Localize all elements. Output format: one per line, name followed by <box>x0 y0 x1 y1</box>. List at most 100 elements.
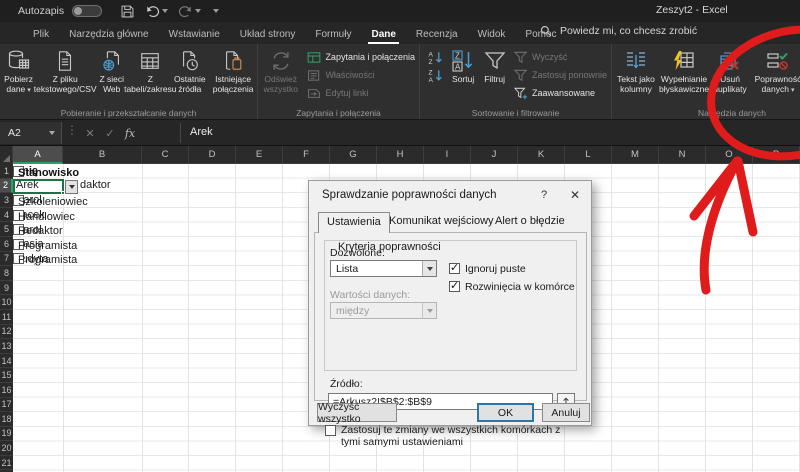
row-header[interactable]: 13 <box>0 339 13 354</box>
formula-bar-value[interactable]: Arek <box>190 126 213 138</box>
ribbon-tab[interactable]: Plik <box>30 26 52 44</box>
ribbon-tab[interactable]: Narzędzia główne <box>66 26 152 44</box>
edit-links-button[interactable]: Edytuj linki <box>303 84 419 102</box>
column-header[interactable]: A <box>13 146 63 164</box>
sort-button[interactable]: ZA Sortuj <box>447 44 479 104</box>
tab-alert-o-bledzie[interactable]: Alert o błędzie <box>487 212 573 232</box>
row-header[interactable]: 9 <box>0 281 13 296</box>
column-header[interactable]: L <box>565 146 612 164</box>
dialog-close-button[interactable]: ✕ <box>563 186 587 204</box>
cell-a2[interactable]: Arek <box>16 179 39 191</box>
cell-b1[interactable]: Stanowisko <box>13 165 79 179</box>
flash-fill-icon <box>672 47 696 74</box>
row-header[interactable]: 18 <box>0 412 13 427</box>
data-values-select[interactable]: między <box>330 302 437 319</box>
column-header[interactable]: N <box>659 146 706 164</box>
save-icon[interactable] <box>120 4 135 19</box>
group-label-queries: Zapytania i połączenia <box>296 108 381 118</box>
row-header[interactable]: 1 <box>0 164 13 179</box>
ignore-blank-checkbox[interactable] <box>449 261 460 274</box>
row-header[interactable]: 4 <box>0 208 13 223</box>
flash-fill-button[interactable]: Wypełnianie błyskawiczne <box>658 44 710 104</box>
recent-sources-button[interactable]: Ostatnie źródła <box>170 44 209 104</box>
row-header[interactable]: 11 <box>0 310 13 325</box>
tell-me-search[interactable]: Powiedz mi, co chcesz zrobić <box>540 25 697 37</box>
row-header[interactable]: 20 <box>0 441 13 456</box>
cancel-button[interactable]: Anuluj <box>542 403 590 422</box>
name-box[interactable]: A2 <box>0 122 62 144</box>
sort-za-button[interactable]: ZA <box>424 66 447 84</box>
from-table-range-button[interactable]: Z tabeli/zakresu <box>124 44 177 104</box>
ribbon-tab[interactable]: Dane <box>368 26 399 44</box>
row-header[interactable]: 19 <box>0 427 13 442</box>
select-all-corner[interactable] <box>0 146 13 164</box>
column-header[interactable]: M <box>612 146 659 164</box>
row-header[interactable]: 14 <box>0 354 13 369</box>
cancel-entry-button[interactable]: ✕ <box>80 120 100 146</box>
row-header[interactable]: 15 <box>0 368 13 383</box>
row-header[interactable]: 5 <box>0 222 13 237</box>
ok-button[interactable]: OK <box>477 403 534 422</box>
row-header[interactable]: 10 <box>0 295 13 310</box>
row-header[interactable]: 6 <box>0 237 13 252</box>
column-header[interactable]: E <box>236 146 283 164</box>
qat-customize-button[interactable] <box>213 9 220 13</box>
column-header[interactable]: C <box>142 146 189 164</box>
flash-fill-label: Wypełnianie błyskawiczne <box>658 74 710 95</box>
row-header[interactable]: 12 <box>0 325 13 340</box>
row-header[interactable]: 17 <box>0 398 13 413</box>
text-to-columns-button[interactable]: Tekst jako kolumny <box>612 44 660 104</box>
row-header[interactable]: 16 <box>0 383 13 398</box>
row-header[interactable]: 7 <box>0 252 13 267</box>
tab-ustawienia[interactable]: Ustawienia <box>318 212 390 233</box>
insert-function-button[interactable]: fx <box>120 120 140 146</box>
enter-entry-button[interactable]: ✓ <box>100 120 120 146</box>
ribbon-tab[interactable]: Układ strony <box>237 26 299 44</box>
ribbon-tab[interactable]: Recenzja <box>413 26 461 44</box>
refresh-all-button[interactable]: Odśwież wszystko <box>258 44 303 104</box>
formula-bar-handle[interactable] <box>66 123 78 137</box>
column-header[interactable]: G <box>330 146 377 164</box>
column-header[interactable]: F <box>283 146 330 164</box>
apply-all-checkbox[interactable] <box>325 425 336 436</box>
sort-az-button[interactable]: AZ <box>424 48 447 66</box>
advanced-filter-button[interactable]: Zaawansowane <box>510 84 611 102</box>
column-header[interactable]: J <box>471 146 518 164</box>
undo-button[interactable] <box>145 4 169 18</box>
reapply-filter-button[interactable]: Zastosuj ponownie <box>510 66 611 84</box>
table-header-row[interactable]: Imię Stanowisko <box>13 164 79 179</box>
data-validation-button[interactable]: Poprawność danych <box>752 44 800 104</box>
clear-all-button[interactable]: Wyczyść wszystko <box>317 401 397 425</box>
get-data-button[interactable]: Pobierz dane <box>0 44 37 104</box>
row-header[interactable]: 2 <box>0 178 13 194</box>
in-cell-dropdown-checkbox[interactable] <box>449 279 460 292</box>
cell-b2[interactable]: daktor <box>80 179 111 191</box>
from-text-csv-button[interactable]: Z pliku tekstowego/CSV <box>34 44 97 104</box>
ribbon-tab[interactable]: Wstawianie <box>166 26 223 44</box>
column-header[interactable]: K <box>518 146 565 164</box>
autosave-toggle[interactable] <box>72 5 103 17</box>
filter-button[interactable]: Filtruj <box>479 44 510 104</box>
column-header[interactable]: O <box>706 146 753 164</box>
ribbon-group-data-tools: Tekst jako kolumny Wypełnianie błyskawic… <box>612 44 800 119</box>
validation-dropdown-button[interactable] <box>65 179 78 194</box>
ribbon-tab[interactable]: Widok <box>475 26 509 44</box>
column-header[interactable]: B <box>63 146 142 164</box>
clear-filter-button[interactable]: Wyczyść <box>510 48 611 66</box>
column-header[interactable]: H <box>377 146 424 164</box>
row-header[interactable]: 3 <box>0 193 13 208</box>
row-header[interactable]: 8 <box>0 266 13 281</box>
remove-duplicates-button[interactable]: Usuń duplikaty <box>708 44 752 104</box>
redo-button[interactable] <box>178 4 202 18</box>
column-header[interactable]: P <box>753 146 800 164</box>
properties-button[interactable]: Właściwości <box>303 66 419 84</box>
column-header[interactable]: D <box>189 146 236 164</box>
ribbon-tab[interactable]: Formuły <box>312 26 354 44</box>
dialog-help-button[interactable]: ? <box>535 186 553 204</box>
tab-komunikat-wejsciowy[interactable]: Komunikat wejściowy <box>381 212 502 232</box>
existing-connections-button[interactable]: Istniejące połączenia <box>209 44 257 104</box>
queries-connections-button[interactable]: Zapytania i połączenia <box>303 48 419 66</box>
allowed-select[interactable]: Lista <box>330 260 437 277</box>
column-header[interactable]: I <box>424 146 471 164</box>
row-header[interactable]: 21 <box>0 456 13 471</box>
